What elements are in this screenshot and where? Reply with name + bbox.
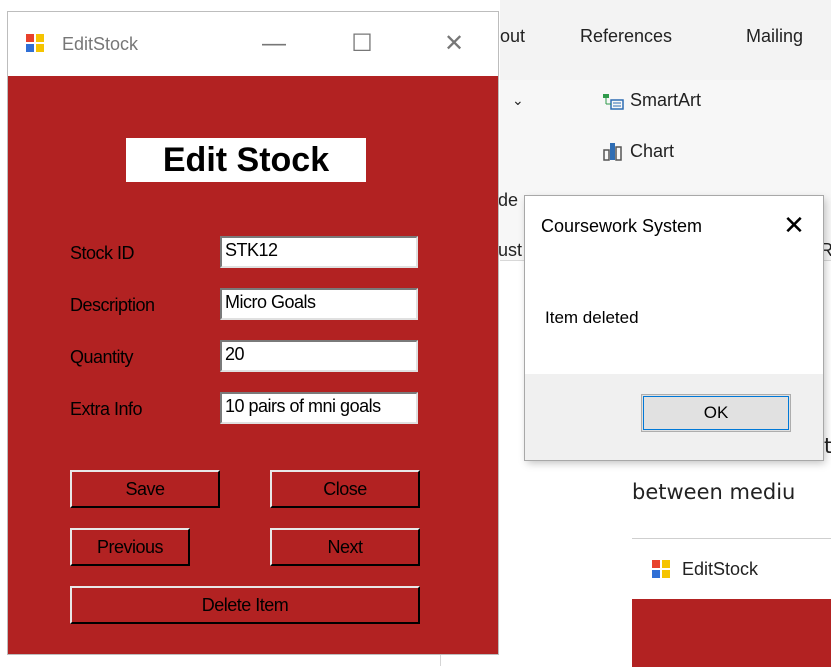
dialog-title: Coursework System (541, 216, 703, 236)
delete-item-button[interactable]: Delete Item (70, 586, 420, 624)
chevron-down-icon[interactable]: ⌄ (512, 92, 524, 109)
message-dialog: Coursework System ✕ Item deleted OK (525, 196, 823, 460)
extra-info-label: Extra Info (70, 399, 143, 419)
smartart-button[interactable]: SmartArt (602, 90, 701, 111)
ribbon-partial-label: ust (498, 240, 523, 260)
ok-button[interactable]: OK (641, 394, 791, 432)
extra-info-field[interactable]: 10 pairs of mni goals (220, 392, 418, 424)
ribbon-partial-label: de (498, 190, 519, 210)
tab-mailings[interactable]: Mailing (746, 26, 803, 47)
description-field[interactable]: Micro Goals (220, 288, 418, 320)
smartart-icon (603, 93, 624, 110)
quantity-label: Quantity (70, 347, 134, 367)
maximize-button[interactable]: ☐ (342, 26, 382, 62)
window-title: EditStock (62, 34, 139, 54)
chart-label: Chart (630, 140, 675, 161)
tab-layout[interactable]: out (500, 26, 525, 47)
tab-references[interactable]: References (580, 26, 672, 47)
smartart-label: SmartArt (630, 90, 702, 110)
title-bar[interactable]: EditStock — ☐ ✕ (8, 12, 498, 76)
editstock-window: EditStock — ☐ ✕ Edit Stock Stock ID STK1… (8, 12, 498, 654)
stock-id-field[interactable]: STK12 (220, 236, 418, 268)
app-icon (652, 559, 672, 580)
embedded-screenshot: EditStock (632, 538, 831, 667)
form-body: Edit Stock Stock ID STK12 Description Mi… (8, 76, 498, 654)
ribbon-tab-bar: out References Mailing (500, 0, 831, 80)
page-title: Edit Stock (126, 138, 366, 182)
close-button[interactable]: ✕ (434, 26, 474, 62)
dialog-message: Item deleted (545, 308, 639, 327)
dialog-footer: OK (525, 374, 823, 460)
previous-button[interactable]: Previous (70, 528, 190, 566)
quantity-field[interactable]: 20 (220, 340, 418, 372)
document-text: between mediu (632, 480, 796, 504)
minimize-button[interactable]: — (254, 26, 294, 62)
app-icon (26, 34, 46, 54)
next-button[interactable]: Next (270, 528, 420, 566)
chart-icon (603, 143, 622, 161)
document-text: t (824, 434, 831, 458)
dialog-close-button[interactable]: ✕ (777, 208, 811, 242)
embedded-window-title: EditStock (652, 559, 758, 580)
save-button[interactable]: Save (70, 470, 220, 508)
chart-button[interactable]: Chart (602, 140, 674, 162)
description-label: Description (70, 295, 155, 315)
close-form-button[interactable]: Close (270, 470, 420, 508)
embedded-form-background (632, 599, 831, 667)
stock-id-label: Stock ID (70, 243, 135, 263)
